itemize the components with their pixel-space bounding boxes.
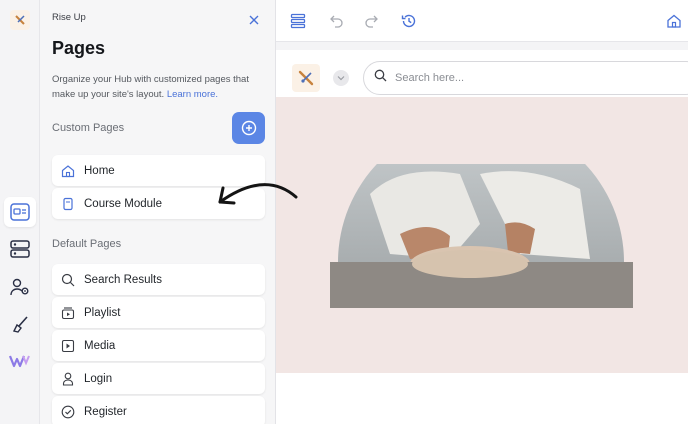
page-item-playlist[interactable]: Playlist: [52, 297, 265, 328]
page-item-label: Home: [84, 164, 115, 177]
plus-circle-icon: [241, 120, 256, 136]
default-pages-label: Default Pages: [52, 238, 122, 250]
check-circle-icon: [61, 405, 75, 419]
home-icon: [61, 164, 75, 178]
page-item-label: Login: [84, 372, 113, 385]
chevron-down-icon[interactable]: [333, 70, 349, 86]
layers-icon[interactable]: [287, 10, 309, 32]
description-text: Organize your Hub with customized pages …: [52, 74, 249, 100]
user-icon: [61, 372, 75, 386]
site-logo-icon[interactable]: [292, 64, 320, 92]
page-item-label: Media: [84, 339, 116, 352]
users-settings-icon[interactable]: [4, 272, 36, 302]
add-page-button[interactable]: [232, 112, 265, 144]
sections-icon[interactable]: [4, 234, 36, 264]
page-preview-canvas: [276, 42, 688, 424]
learn-more-link[interactable]: Learn more.: [167, 89, 218, 100]
search-field[interactable]: [395, 72, 655, 84]
editor-toolbar: [276, 0, 688, 42]
media-icon: [61, 339, 75, 353]
left-rail: [0, 0, 40, 424]
brush-icon[interactable]: [4, 309, 36, 339]
hero-image: [330, 164, 633, 308]
page-item-login[interactable]: Login: [52, 363, 265, 394]
site-search-input[interactable]: [363, 61, 688, 95]
close-icon[interactable]: [247, 13, 261, 27]
page-item-register[interactable]: Register: [52, 396, 265, 424]
brand-logo-icon[interactable]: [4, 346, 36, 376]
panel-description: Organize your Hub with customized pages …: [52, 72, 262, 102]
page-title: Pages: [52, 38, 106, 58]
search-icon: [374, 69, 387, 87]
playlist-icon: [61, 306, 75, 320]
site-header: [276, 50, 688, 98]
page-item-course-module[interactable]: Course Module: [52, 188, 265, 219]
custom-pages-label: Custom Pages: [52, 122, 125, 134]
next-section: [276, 373, 688, 424]
site-name: Rise Up: [52, 12, 86, 23]
page-item-label: Register: [84, 405, 127, 418]
page-item-search-results[interactable]: Search Results: [52, 264, 265, 295]
undo-icon[interactable]: [326, 10, 348, 32]
site-logo-icon[interactable]: [10, 10, 30, 30]
page-item-label: Course Module: [84, 197, 162, 210]
page-item-home[interactable]: Home: [52, 155, 265, 186]
redo-icon[interactable]: [360, 10, 382, 32]
home-icon[interactable]: [663, 10, 685, 32]
page-item-label: Search Results: [84, 273, 162, 286]
hero-section: [276, 97, 688, 373]
page-item-label: Playlist: [84, 306, 121, 319]
pages-panel: Rise Up Pages Organize your Hub with cus…: [40, 0, 276, 424]
pages-icon[interactable]: [4, 197, 36, 227]
search-icon: [61, 273, 75, 287]
document-icon: [61, 197, 75, 211]
history-icon[interactable]: [398, 10, 420, 32]
page-item-media[interactable]: Media: [52, 330, 265, 361]
